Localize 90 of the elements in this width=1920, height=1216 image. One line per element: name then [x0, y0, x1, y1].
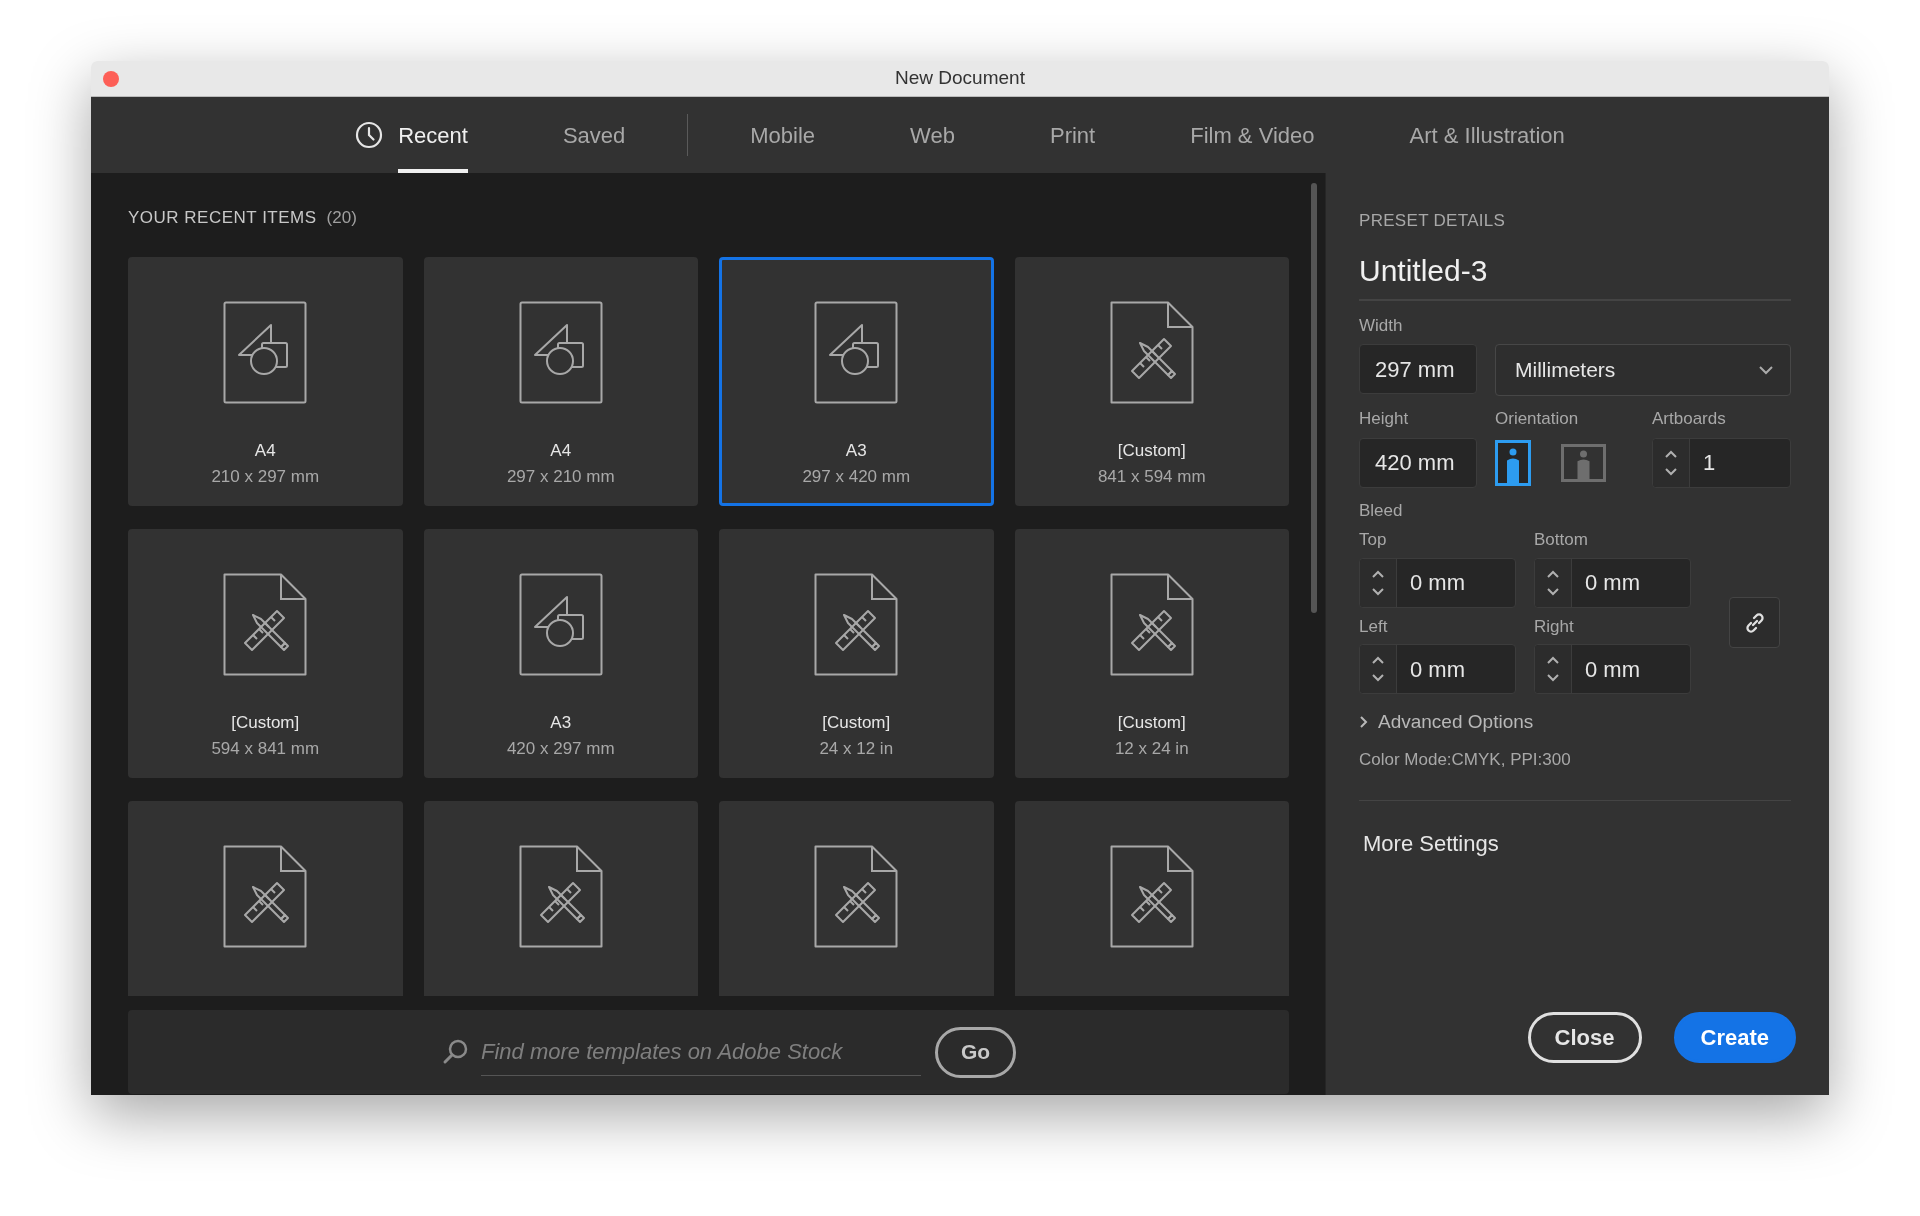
template-size: 210 x 297 mm	[211, 466, 320, 488]
template-card[interactable]: A3 297 x 420 mm	[719, 257, 994, 506]
field-value: 0 mm	[1584, 655, 1640, 684]
create-button[interactable]: Create	[1673, 1012, 1796, 1063]
ruler-pencil-document-icon	[1109, 845, 1194, 948]
stepper-icon[interactable]	[1370, 654, 1386, 684]
tab[interactable]: Saved	[562, 97, 626, 173]
template-card[interactable]: [Custom] 24 x 12 in	[719, 529, 994, 778]
ruler-pencil-document-icon	[1109, 301, 1194, 404]
tab[interactable]: Web	[910, 97, 955, 173]
tab[interactable]: Art & Illustration	[1409, 97, 1565, 173]
section-heading: PRESET DETAILS	[1359, 210, 1507, 232]
ruler-pencil-document-icon	[814, 845, 899, 948]
ruler-pencil-document-icon	[223, 845, 308, 948]
template-name: [Custom]	[1117, 440, 1186, 462]
field-label: Right	[1534, 615, 1575, 638]
ruler-pencil-document-icon	[518, 845, 603, 948]
template-name: A4	[550, 440, 572, 462]
ruler-pencil-document-icon	[223, 573, 308, 676]
shapes-document-icon	[814, 301, 899, 404]
field-label: Bleed	[1359, 499, 1404, 522]
template-card[interactable]	[719, 801, 994, 996]
template-size: 841 x 594 mm	[1097, 466, 1206, 488]
field-value: 1	[1702, 449, 1716, 477]
section-heading: YOUR RECENT ITEMS	[128, 207, 317, 230]
template-name: A4	[254, 440, 276, 462]
template-card[interactable]: A4 297 x 210 mm	[423, 257, 698, 506]
chevron-right-icon	[1359, 715, 1369, 730]
link-button[interactable]	[1729, 597, 1780, 648]
template-card[interactable]: [Custom] 594 x 841 mm	[128, 529, 403, 778]
go-button[interactable]: Go	[935, 1026, 1016, 1078]
template-size: 12 x 24 in	[1114, 738, 1189, 760]
clock-icon	[355, 121, 384, 149]
template-size: 594 x 841 mm	[211, 738, 320, 760]
landscape-orientation-button[interactable]	[1561, 443, 1606, 482]
bleed-field[interactable]: 0 mm	[1534, 644, 1691, 694]
field-label: Width	[1359, 314, 1404, 337]
template-name: A3	[550, 712, 572, 734]
ruler-pencil-document-icon	[814, 573, 899, 676]
template-card[interactable]	[1014, 801, 1289, 996]
template-size: 24 x 12 in	[819, 738, 894, 760]
field-label: Left	[1359, 615, 1389, 638]
template-card[interactable]: [Custom] 841 x 594 mm	[1014, 257, 1289, 506]
field-label: Bottom	[1534, 529, 1589, 551]
chevron-down-icon	[1758, 365, 1774, 375]
advanced-options-toggle[interactable]: Advanced Options	[1359, 708, 1534, 737]
field-value: 0 mm	[1409, 655, 1465, 684]
close-button[interactable]: Close	[1527, 1012, 1642, 1063]
tab[interactable]: Film & Video	[1190, 97, 1315, 173]
field-value: 0 mm	[1584, 569, 1640, 597]
template-name: [Custom]	[822, 712, 891, 734]
shapes-document-icon	[518, 301, 603, 404]
shapes-document-icon	[223, 301, 308, 404]
template-size: 297 x 420 mm	[802, 466, 911, 488]
bleed-field[interactable]: 0 mm	[1359, 644, 1516, 694]
window-title: New Document	[895, 66, 1025, 91]
template-card[interactable]	[128, 801, 403, 996]
document-name-field[interactable]: Untitled-3	[1359, 247, 1791, 301]
search-icon	[441, 1038, 469, 1066]
field-value: 0 mm	[1409, 569, 1465, 597]
scrollbar-thumb[interactable]	[1311, 183, 1317, 613]
search-field[interactable]: Find more templates on Adobe Stock	[481, 1028, 921, 1076]
info-text: Color Mode:CMYK, PPI:300	[1359, 748, 1572, 771]
template-size: 297 x 210 mm	[506, 466, 615, 488]
more-settings-button[interactable]: More Settings	[1363, 827, 1499, 860]
template-name: [Custom]	[231, 712, 300, 734]
tab[interactable]: Mobile	[750, 97, 816, 173]
template-card[interactable]: A4 210 x 297 mm	[128, 257, 403, 506]
stepper-icon[interactable]	[1545, 654, 1561, 684]
bleed-field[interactable]: 0 mm	[1534, 557, 1691, 608]
template-name: [Custom]	[1117, 712, 1186, 734]
artboards-field[interactable]: 1	[1652, 437, 1791, 488]
template-card[interactable]	[423, 801, 698, 996]
field-label: Height	[1359, 408, 1410, 430]
template-card[interactable]: A3 420 x 297 mm	[423, 529, 698, 778]
template-name: A3	[845, 440, 867, 462]
units-dropdown[interactable]: Millimeters	[1495, 344, 1791, 396]
height-field[interactable]: 420 mm	[1359, 437, 1477, 488]
tab[interactable]: Print	[1049, 97, 1096, 173]
ruler-pencil-document-icon	[1109, 573, 1194, 676]
template-size: 420 x 297 mm	[506, 738, 615, 760]
template-card[interactable]: [Custom] 12 x 24 in	[1014, 529, 1289, 778]
field-label: Orientation	[1495, 408, 1580, 430]
bleed-field[interactable]: 0 mm	[1359, 557, 1516, 608]
portrait-orientation-button[interactable]	[1495, 439, 1531, 486]
item-count: (20)	[326, 207, 357, 230]
shapes-document-icon	[518, 573, 603, 676]
width-field[interactable]: 297 mm	[1359, 344, 1477, 394]
field-label: Top	[1359, 529, 1388, 551]
field-label: Artboards	[1652, 408, 1727, 430]
